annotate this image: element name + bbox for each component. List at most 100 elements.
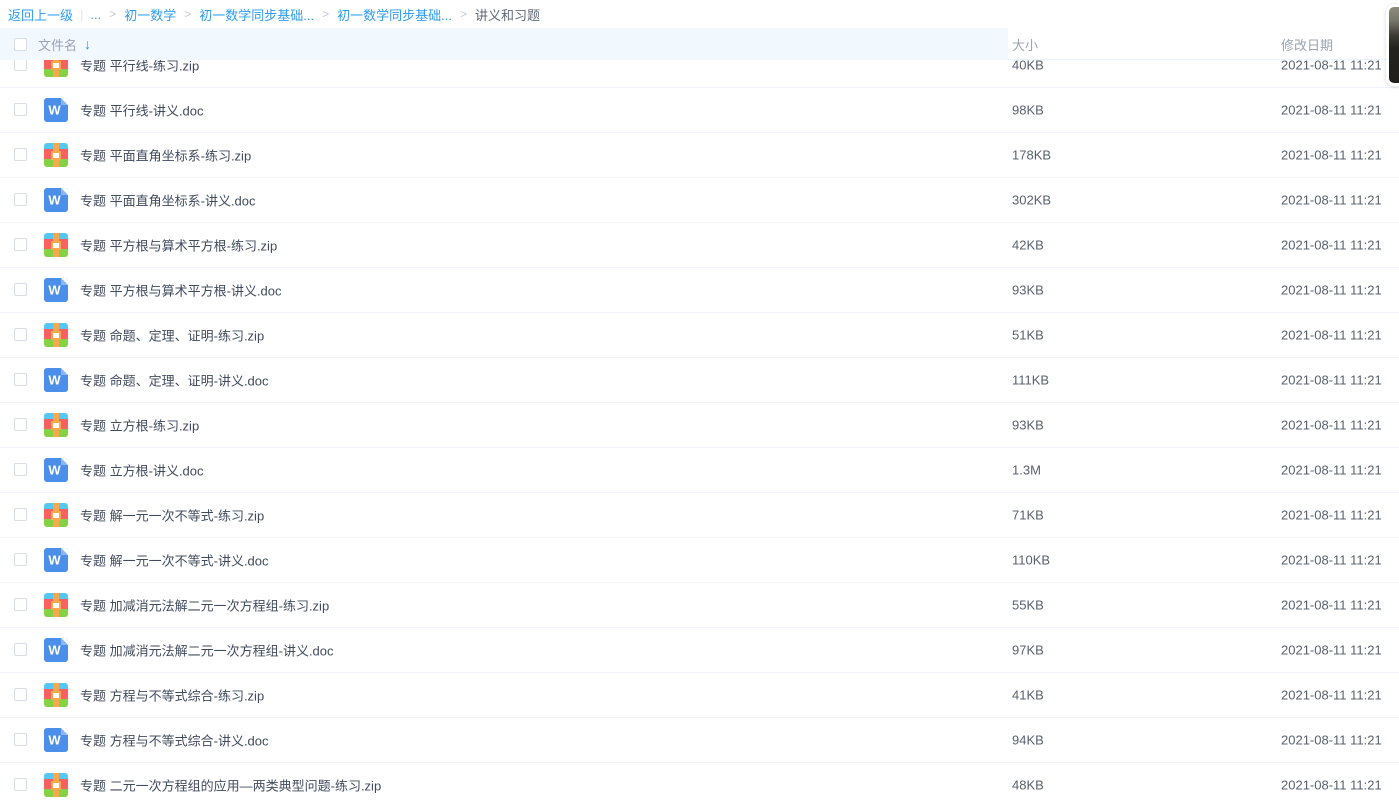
file-modified: 2021-08-11 11:21 [1281,193,1382,208]
file-modified: 2021-08-11 11:21 [1281,688,1382,703]
row-checkbox[interactable] [14,60,27,71]
table-row[interactable]: 专题 加减消元法解二元一次方程组-练习.zip 55KB 2021-08-11 … [0,583,1399,628]
table-row[interactable]: W 专题 立方根-讲义.doc 1.3M 2021-08-11 11:21 [0,448,1399,493]
table-row[interactable]: 专题 命题、定理、证明-练习.zip 51KB 2021-08-11 11:21 [0,313,1399,358]
file-modified: 2021-08-11 11:21 [1281,598,1382,613]
zip-archive-icon [44,413,68,437]
word-doc-icon: W [44,368,68,392]
file-name[interactable]: 专题 立方根-讲义.doc [80,461,204,480]
zip-archive-icon [44,323,68,347]
table-row[interactable]: W 专题 平行线-讲义.doc 98KB 2021-08-11 11:21 [0,88,1399,133]
file-modified: 2021-08-11 11:21 [1281,148,1382,163]
file-modified: 2021-08-11 11:21 [1281,463,1382,478]
file-name[interactable]: 专题 解一元一次不等式-讲义.doc [80,551,269,570]
breadcrumb-item-1[interactable]: 初一数学 [124,5,176,24]
column-header-filename[interactable]: 文件名 ↓ [0,28,1008,60]
file-name[interactable]: 专题 加减消元法解二元一次方程组-练习.zip [80,596,329,615]
row-checkbox[interactable] [14,778,27,791]
breadcrumb-separator: > [109,7,116,21]
row-checkbox[interactable] [14,463,27,476]
row-checkbox[interactable] [14,598,27,611]
floating-thumbnail-widget[interactable] [1386,4,1399,86]
table-row[interactable]: 专题 平面直角坐标系-练习.zip 178KB 2021-08-11 11:21 [0,133,1399,178]
word-letter: W [44,103,65,118]
zip-archive-icon [44,503,68,527]
file-modified: 2021-08-11 11:21 [1281,643,1382,658]
row-checkbox[interactable] [14,418,27,431]
file-modified: 2021-08-11 11:21 [1281,60,1382,73]
file-name[interactable]: 专题 立方根-练习.zip [80,416,199,435]
file-name[interactable]: 专题 平方根与算术平方根-讲义.doc [80,281,282,300]
row-checkbox[interactable] [14,508,27,521]
column-header-modified[interactable]: 修改日期 [1281,28,1333,60]
breadcrumb-pipe-separator: | [80,7,83,22]
table-row[interactable]: W 专题 命题、定理、证明-讲义.doc 111KB 2021-08-11 11… [0,358,1399,403]
breadcrumb-separator: > [322,7,329,21]
file-name[interactable]: 专题 平方根与算术平方根-练习.zip [80,236,277,255]
file-size: 71KB [1012,508,1044,523]
file-size: 97KB [1012,643,1044,658]
thumbnail-image [1389,7,1399,83]
file-name[interactable]: 专题 二元一次方程组的应用—两类典型问题-练习.zip [80,776,381,795]
row-checkbox[interactable] [14,283,27,296]
file-name[interactable]: 专题 平面直角坐标系-讲义.doc [80,191,256,210]
row-checkbox[interactable] [14,328,27,341]
file-name[interactable]: 专题 加减消元法解二元一次方程组-讲义.doc [80,641,334,660]
row-checkbox[interactable] [14,103,27,116]
file-name[interactable]: 专题 命题、定理、证明-练习.zip [80,326,264,345]
file-size: 93KB [1012,418,1044,433]
select-all-checkbox[interactable] [14,38,27,51]
table-row[interactable]: 专题 方程与不等式综合-练习.zip 41KB 2021-08-11 11:21 [0,673,1399,718]
word-letter: W [44,193,65,208]
file-name[interactable]: 专题 平行线-讲义.doc [80,101,204,120]
row-checkbox[interactable] [14,688,27,701]
file-name[interactable]: 专题 平面直角坐标系-练习.zip [80,146,251,165]
table-row[interactable]: W 专题 方程与不等式综合-讲义.doc 94KB 2021-08-11 11:… [0,718,1399,763]
word-doc-icon: W [44,458,68,482]
file-name[interactable]: 专题 方程与不等式综合-练习.zip [80,686,264,705]
file-modified: 2021-08-11 11:21 [1281,328,1382,343]
file-modified: 2021-08-11 11:21 [1281,238,1382,253]
row-checkbox[interactable] [14,733,27,746]
breadcrumb-separator: > [184,7,191,21]
file-size: 98KB [1012,103,1044,118]
row-checkbox[interactable] [14,238,27,251]
row-checkbox[interactable] [14,643,27,656]
table-row[interactable]: 专题 平行线-练习.zip 40KB 2021-08-11 11:21 [0,60,1399,88]
filename-column-label: 文件名 [38,35,77,54]
table-row[interactable]: 专题 立方根-练习.zip 93KB 2021-08-11 11:21 [0,403,1399,448]
table-row[interactable]: 专题 二元一次方程组的应用—两类典型问题-练习.zip 48KB 2021-08… [0,763,1399,802]
table-row[interactable]: W 专题 平方根与算术平方根-讲义.doc 93KB 2021-08-11 11… [0,268,1399,313]
table-row[interactable]: 专题 平方根与算术平方根-练习.zip 42KB 2021-08-11 11:2… [0,223,1399,268]
word-letter: W [44,643,65,658]
word-doc-icon: W [44,98,68,122]
breadcrumb-item-2[interactable]: 初一数学同步基础... [199,5,314,24]
table-row[interactable]: 专题 解一元一次不等式-练习.zip 71KB 2021-08-11 11:21 [0,493,1399,538]
file-name[interactable]: 专题 方程与不等式综合-讲义.doc [80,731,269,750]
table-row[interactable]: W 专题 加减消元法解二元一次方程组-讲义.doc 97KB 2021-08-1… [0,628,1399,673]
table-row[interactable]: W 专题 平面直角坐标系-讲义.doc 302KB 2021-08-11 11:… [0,178,1399,223]
word-letter: W [44,463,65,478]
file-size: 51KB [1012,328,1044,343]
table-row[interactable]: W 专题 解一元一次不等式-讲义.doc 110KB 2021-08-11 11… [0,538,1399,583]
breadcrumb-item-3[interactable]: 初一数学同步基础... [337,5,452,24]
breadcrumb: 返回上一级 | ... > 初一数学 > 初一数学同步基础... > 初一数学同… [0,0,1399,28]
word-doc-icon: W [44,728,68,752]
file-name[interactable]: 专题 命题、定理、证明-讲义.doc [80,371,269,390]
breadcrumb-back-link[interactable]: 返回上一级 [8,5,73,24]
zip-archive-icon [44,143,68,167]
row-checkbox[interactable] [14,148,27,161]
column-header-size[interactable]: 大小 [1012,28,1038,60]
file-name[interactable]: 专题 解一元一次不等式-练习.zip [80,506,264,525]
row-checkbox[interactable] [14,373,27,386]
zip-archive-icon [44,233,68,257]
zip-archive-icon [44,60,68,77]
file-size: 42KB [1012,238,1044,253]
file-list-viewport: 专题 平行线-练习.zip 40KB 2021-08-11 11:21 W 专题… [0,60,1399,802]
row-checkbox[interactable] [14,553,27,566]
file-modified: 2021-08-11 11:21 [1281,373,1382,388]
breadcrumb-ellipsis-link[interactable]: ... [90,7,101,22]
file-name[interactable]: 专题 平行线-练习.zip [80,60,199,75]
row-checkbox[interactable] [14,193,27,206]
file-size: 41KB [1012,688,1044,703]
